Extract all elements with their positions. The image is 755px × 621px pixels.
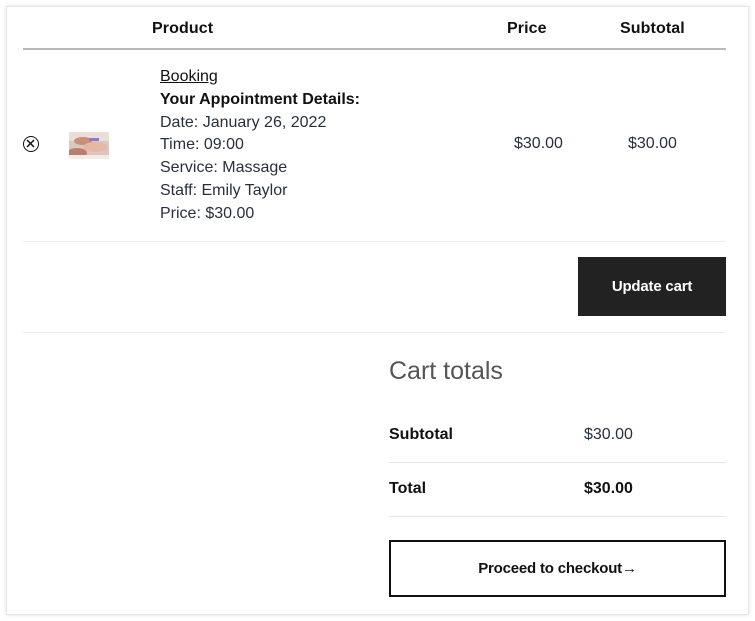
header-price: Price: [507, 20, 547, 37]
cart-totals-title: Cart totals: [389, 357, 503, 385]
update-cart-button[interactable]: Update cart: [578, 257, 726, 316]
remove-item-icon[interactable]: [23, 136, 39, 152]
subtotal-divider: [389, 462, 726, 463]
header-subtotal: Subtotal: [620, 20, 685, 37]
total-label: Total: [389, 480, 427, 497]
proceed-to-checkout-button[interactable]: Proceed to checkout→: [389, 540, 726, 597]
total-value: $30.00: [584, 480, 633, 497]
subtotal-label: Subtotal: [389, 426, 453, 443]
row-divider: [23, 241, 726, 242]
header-divider: [23, 48, 726, 50]
appointment-price: Price: $30.00: [160, 204, 255, 222]
total-divider: [389, 516, 726, 517]
item-subtotal: $30.00: [628, 135, 677, 152]
item-details: Booking Your Appointment Details: Date: …: [160, 66, 360, 226]
appointment-staff: Staff: Emily Taylor: [160, 181, 288, 199]
product-thumbnail[interactable]: [69, 132, 109, 159]
item-price: $30.00: [514, 135, 563, 152]
appointment-date: Date: January 26, 2022: [160, 113, 327, 131]
appointment-time: Time: 09:00: [160, 136, 244, 154]
appointment-details-heading: Your Appointment Details:: [160, 90, 360, 108]
appointment-service: Service: Massage: [160, 159, 288, 177]
product-name-link[interactable]: Booking: [160, 68, 218, 85]
header-product: Product: [152, 20, 214, 37]
subtotal-value: $30.00: [584, 426, 633, 443]
actions-divider: [23, 332, 726, 333]
